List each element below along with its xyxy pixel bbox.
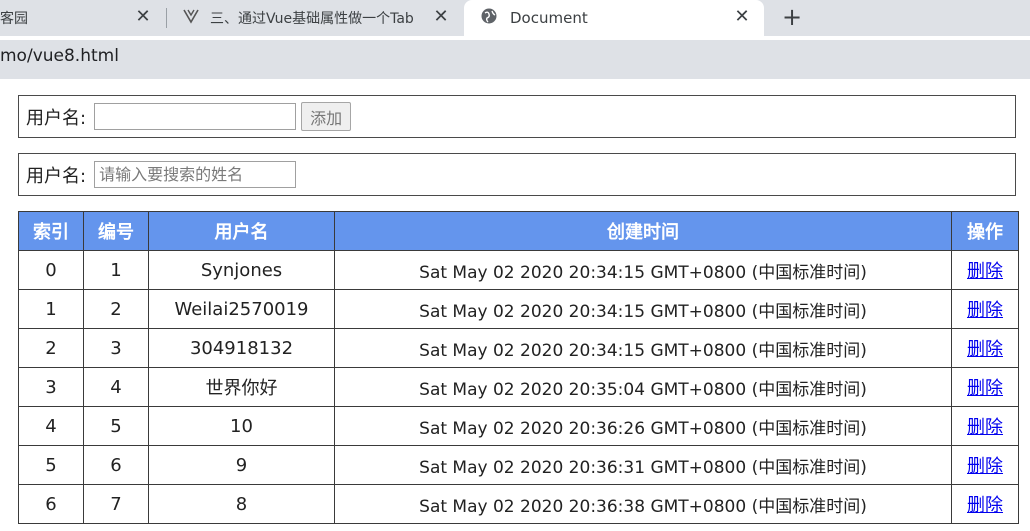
user-table: 索引 编号 用户名 创建时间 操作 0 1 Synjones Sat May 0… <box>18 211 1019 524</box>
cell-created-time: Sat May 02 2020 20:36:31 GMT+0800 (中国标准时… <box>334 445 952 485</box>
browser-tab-blog[interactable]: 客园 ✕ <box>0 0 165 36</box>
close-tab-icon[interactable]: ✕ <box>732 7 752 27</box>
delete-link[interactable]: 删除 <box>967 495 1003 516</box>
cell-actions: 删除 <box>951 484 1019 524</box>
address-bar[interactable]: mo/vue8.html <box>0 36 1030 79</box>
browser-tab-vue-article[interactable]: 三、通过Vue基础属性做一个Tab ✕ <box>168 0 463 36</box>
search-label: 用户名: <box>26 165 87 187</box>
header-username: 用户名 <box>148 211 335 251</box>
add-button[interactable]: 添加 <box>301 102 352 131</box>
table-row: 0 1 Synjones Sat May 02 2020 20:34:15 GM… <box>18 250 1019 290</box>
header-id: 编号 <box>83 211 149 251</box>
new-tab-button[interactable]: + <box>778 4 806 32</box>
username-input[interactable] <box>94 103 297 130</box>
cell-username: Weilai2570019 <box>148 289 335 329</box>
cell-username: 9 <box>148 445 335 485</box>
browser-tab-document[interactable]: Document ✕ <box>464 0 764 36</box>
cell-index: 2 <box>18 328 84 368</box>
header-index: 索引 <box>18 211 84 251</box>
delete-link[interactable]: 删除 <box>967 378 1003 399</box>
cell-username: 世界你好 <box>148 367 335 407</box>
cell-id: 1 <box>83 250 149 290</box>
globe-icon <box>480 7 498 29</box>
cell-index: 3 <box>18 367 84 407</box>
cell-actions: 删除 <box>951 406 1019 446</box>
table-row: 3 4 世界你好 Sat May 02 2020 20:35:04 GMT+08… <box>18 367 1019 407</box>
tab-title: Document <box>510 9 588 27</box>
table-row: 1 2 Weilai2570019 Sat May 02 2020 20:34:… <box>18 289 1019 329</box>
table-row: 2 3 304918132 Sat May 02 2020 20:34:15 G… <box>18 328 1019 368</box>
delete-link[interactable]: 删除 <box>967 339 1003 360</box>
cell-created-time: Sat May 02 2020 20:34:15 GMT+0800 (中国标准时… <box>334 328 952 368</box>
cell-id: 3 <box>83 328 149 368</box>
cell-actions: 删除 <box>951 250 1019 290</box>
delete-link[interactable]: 删除 <box>967 300 1003 321</box>
close-tab-icon[interactable]: ✕ <box>431 7 451 27</box>
cell-id: 2 <box>83 289 149 329</box>
cell-index: 6 <box>18 484 84 524</box>
search-input[interactable] <box>94 161 297 188</box>
cell-index: 0 <box>18 250 84 290</box>
cell-index: 5 <box>18 445 84 485</box>
delete-link[interactable]: 删除 <box>967 261 1003 282</box>
browser-tab-strip: 客园 ✕ 三、通过Vue基础属性做一个Tab ✕ Document ✕ + <box>0 0 1030 36</box>
table-header-row: 索引 编号 用户名 创建时间 操作 <box>18 211 1019 251</box>
table-row: 5 6 9 Sat May 02 2020 20:36:31 GMT+0800 … <box>18 445 1019 485</box>
vue-logo-icon <box>182 7 200 29</box>
delete-link[interactable]: 删除 <box>967 456 1003 477</box>
cell-username: 10 <box>148 406 335 446</box>
cell-id: 5 <box>83 406 149 446</box>
cell-id: 6 <box>83 445 149 485</box>
header-actions: 操作 <box>951 211 1019 251</box>
cell-username: 304918132 <box>148 328 335 368</box>
cell-username: 8 <box>148 484 335 524</box>
header-created-time: 创建时间 <box>334 211 952 251</box>
cell-index: 1 <box>18 289 84 329</box>
tab-title: 客园 <box>0 11 28 27</box>
url-text[interactable]: mo/vue8.html <box>0 46 119 66</box>
cell-created-time: Sat May 02 2020 20:34:15 GMT+0800 (中国标准时… <box>334 250 952 290</box>
cell-created-time: Sat May 02 2020 20:36:26 GMT+0800 (中国标准时… <box>334 406 952 446</box>
cell-username: Synjones <box>148 250 335 290</box>
cell-created-time: Sat May 02 2020 20:35:04 GMT+0800 (中国标准时… <box>334 367 952 407</box>
close-tab-icon[interactable]: ✕ <box>133 7 153 27</box>
tab-title: 三、通过Vue基础属性做一个Tab <box>210 11 414 27</box>
table-row: 4 5 10 Sat May 02 2020 20:36:26 GMT+0800… <box>18 406 1019 446</box>
cell-id: 4 <box>83 367 149 407</box>
cell-actions: 删除 <box>951 289 1019 329</box>
cell-created-time: Sat May 02 2020 20:36:38 GMT+0800 (中国标准时… <box>334 484 952 524</box>
add-user-panel: 用户名: 添加 <box>18 95 1016 138</box>
delete-link[interactable]: 删除 <box>967 417 1003 438</box>
search-panel: 用户名: <box>18 153 1016 196</box>
cell-actions: 删除 <box>951 445 1019 485</box>
tab-separator <box>166 8 167 28</box>
username-label: 用户名: <box>26 107 87 129</box>
cell-index: 4 <box>18 406 84 446</box>
cell-actions: 删除 <box>951 328 1019 368</box>
cell-created-time: Sat May 02 2020 20:34:15 GMT+0800 (中国标准时… <box>334 289 952 329</box>
cell-id: 7 <box>83 484 149 524</box>
cell-actions: 删除 <box>951 367 1019 407</box>
table-row: 6 7 8 Sat May 02 2020 20:36:38 GMT+0800 … <box>18 484 1019 524</box>
